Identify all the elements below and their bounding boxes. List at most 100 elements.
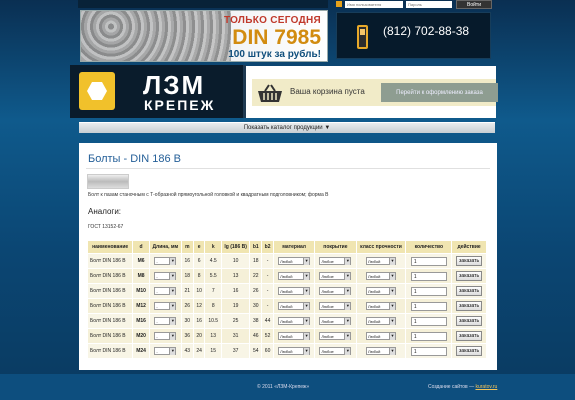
col-header: k [204, 240, 222, 254]
strength-class-select[interactable]: Любой ▼ [366, 317, 397, 325]
cell-k: 8 [204, 298, 222, 314]
strength-class-select[interactable]: Любой ▼ [366, 272, 397, 280]
length-select[interactable]: - ▼ [154, 287, 177, 295]
material-select[interactable]: Любой ▼ [278, 317, 311, 325]
length-cell: - ▼ [148, 268, 182, 284]
cell-lg: 37 [220, 343, 251, 359]
table-row: Болт DIN 186 B M10- ▼ 21 10 7 16 26- Любой ▼ Любое… [86, 283, 487, 299]
cell-name: Болт DIN 186 B [86, 268, 134, 284]
length-cell: - ▼ [148, 283, 182, 299]
quantity-input[interactable]: 1 [410, 286, 447, 296]
cell-m: 26 [180, 298, 194, 314]
chevron-down-icon: ▼ [303, 348, 310, 355]
coating-select[interactable]: Любое ▼ [319, 317, 352, 325]
length-select[interactable]: - ▼ [154, 332, 177, 340]
promo-banner[interactable]: ТОЛЬКО СЕГОДНЯ DIN 7985 100 штук за рубл… [80, 10, 328, 62]
quantity-input[interactable]: 1 [410, 331, 447, 341]
material-select[interactable]: Любой ▼ [278, 302, 311, 310]
material-select[interactable]: Любой ▼ [278, 272, 311, 280]
chevron-down-icon: ▼ [344, 258, 351, 265]
phone-box: (812) 702-88-38 [336, 12, 491, 59]
strength-class-select[interactable]: Любой ▼ [366, 287, 397, 295]
length-select[interactable]: - ▼ [154, 272, 177, 280]
quantity-input[interactable]: 1 [410, 346, 447, 356]
coating-cell: Любое ▼ [314, 268, 357, 284]
strength-class-select[interactable]: Любой ▼ [366, 332, 397, 340]
quantity-input[interactable]: 1 [410, 301, 447, 311]
cell-b1: 54 [249, 343, 263, 359]
order-button[interactable]: заказать [456, 301, 483, 311]
coating-select[interactable]: Любое ▼ [319, 302, 352, 310]
col-header: m [180, 240, 194, 254]
order-button[interactable]: заказать [456, 271, 483, 281]
quantity-input[interactable]: 1 [410, 271, 447, 281]
quantity-input[interactable]: 1 [410, 316, 447, 326]
strength-class-select[interactable]: Любой ▼ [366, 302, 397, 310]
coating-select[interactable]: Любое ▼ [319, 257, 352, 265]
coating-select[interactable]: Любое ▼ [319, 332, 352, 340]
strength-class-select[interactable]: Любой ▼ [366, 347, 397, 355]
chevron-down-icon: ▼ [303, 288, 310, 295]
username-input[interactable] [345, 1, 403, 8]
qty-cell: 1 [405, 343, 453, 359]
action-cell: заказать [451, 298, 487, 314]
coating-cell: Любое ▼ [314, 328, 357, 344]
cell-e: 10 [192, 283, 206, 299]
catalog-toggle[interactable]: Показать каталог продукции ▼ [79, 122, 495, 133]
site-logo[interactable]: ЛЗМ КРЕПЕЖ [70, 65, 246, 118]
password-input[interactable] [406, 1, 452, 8]
cell-k: 13 [204, 328, 222, 344]
copyright: © 2011 «ЛЗМ-Крепеж» [257, 384, 310, 390]
cell-d: M6 [132, 253, 150, 269]
length-select[interactable]: - ▼ [154, 257, 177, 265]
phone-number: (812) 702-88-38 [383, 24, 470, 38]
action-cell: заказать [451, 268, 487, 284]
order-button[interactable]: заказать [456, 286, 483, 296]
length-select[interactable]: - ▼ [154, 347, 177, 355]
checkout-button[interactable]: Перейти к оформлению заказа [381, 83, 498, 102]
login-icon [336, 1, 342, 7]
order-button[interactable]: заказать [456, 331, 483, 341]
chevron-down-icon: ▼ [344, 348, 351, 355]
coating-select[interactable]: Любое ▼ [319, 287, 352, 295]
material-select[interactable]: Любой ▼ [278, 347, 311, 355]
page-title: Болты - DIN 186 B [88, 153, 181, 165]
material-select[interactable]: Любой ▼ [278, 287, 311, 295]
coating-select[interactable]: Любое ▼ [319, 347, 352, 355]
material-cell: Любой ▼ [272, 283, 316, 299]
length-select[interactable]: - ▼ [154, 317, 177, 325]
order-button[interactable]: заказать [456, 346, 483, 356]
product-image[interactable] [87, 174, 129, 189]
strength-class-select[interactable]: Любой ▼ [366, 257, 397, 265]
cell-lg: 16 [220, 283, 251, 299]
length-select[interactable]: - ▼ [154, 302, 177, 310]
main-content: Болты - DIN 186 B Болт к пазам станочным… [79, 143, 497, 370]
strength-class-cell: Любой ▼ [355, 343, 407, 359]
credit-link[interactable]: kuratov.ru [475, 384, 497, 390]
strength-class-cell: Любой ▼ [355, 298, 407, 314]
chevron-down-icon: ▼ [344, 273, 351, 280]
quantity-input[interactable]: 1 [410, 256, 447, 266]
chevron-down-icon: ▼ [169, 258, 176, 265]
chevron-down-icon: ▼ [169, 318, 176, 325]
chevron-down-icon: ▼ [324, 125, 331, 131]
action-cell: заказать [451, 343, 487, 359]
material-select[interactable]: Любой ▼ [278, 332, 311, 340]
cell-b1: 38 [249, 313, 263, 329]
order-button[interactable]: заказать [456, 316, 483, 326]
cell-d: M20 [132, 328, 150, 344]
cell-name: Болт DIN 186 B [86, 328, 134, 344]
qty-cell: 1 [405, 313, 453, 329]
order-button[interactable]: заказать [456, 256, 483, 266]
cell-b2: - [261, 253, 274, 269]
login-button[interactable]: Войти [456, 0, 492, 9]
chevron-down-icon: ▼ [303, 318, 310, 325]
cell-m: 36 [180, 328, 194, 344]
coating-cell: Любое ▼ [314, 298, 357, 314]
coating-select[interactable]: Любое ▼ [319, 272, 352, 280]
cell-k: 15 [204, 343, 222, 359]
length-cell: - ▼ [148, 253, 182, 269]
material-cell: Любой ▼ [272, 313, 316, 329]
material-select[interactable]: Любой ▼ [278, 257, 311, 265]
cell-b1: 30 [249, 298, 263, 314]
